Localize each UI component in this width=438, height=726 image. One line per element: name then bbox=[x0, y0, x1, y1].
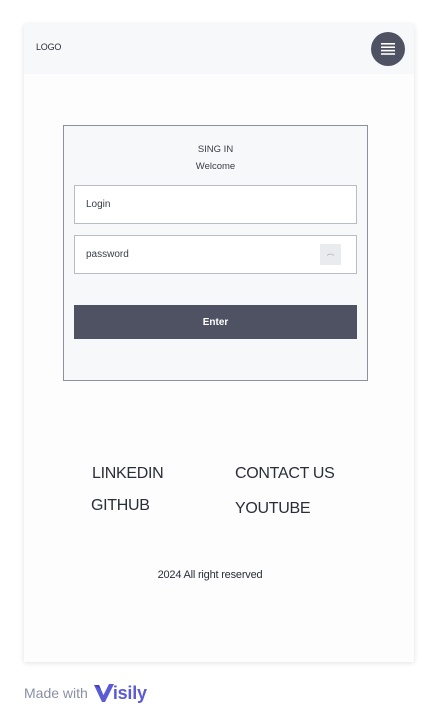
login-field bbox=[74, 185, 357, 224]
form-subtitle: Welcome bbox=[195, 161, 236, 172]
form-title: SING IN bbox=[197, 144, 234, 155]
show-password-button[interactable] bbox=[320, 244, 341, 265]
page: LOGO SING IN Welcome Login Enter LINKEDI… bbox=[0, 0, 438, 726]
youtube-link[interactable]: YOUTUBE bbox=[235, 500, 311, 518]
header: LOGO bbox=[24, 24, 414, 74]
mobile-screen: LOGO SING IN Welcome Login Enter LINKEDI… bbox=[24, 24, 414, 662]
linkedin-link[interactable]: LINKEDIN bbox=[92, 465, 164, 483]
hamburger-menu-icon bbox=[381, 43, 395, 55]
visily-logo: isily bbox=[93, 682, 147, 704]
github-link[interactable]: GITHUB bbox=[91, 497, 150, 515]
visily-v-logo-icon bbox=[93, 684, 114, 702]
password-input[interactable] bbox=[75, 236, 356, 273]
login-input[interactable] bbox=[75, 186, 356, 223]
made-with-label: Made with bbox=[24, 685, 88, 701]
sign-in-form: SING IN Welcome Enter bbox=[63, 125, 368, 381]
made-with-visily-badge[interactable]: Made with isily bbox=[24, 679, 147, 707]
logo[interactable]: LOGO bbox=[36, 42, 61, 52]
contact-us-link[interactable]: CONTACT US bbox=[235, 465, 335, 483]
copyright-text: 2024 All right reserved bbox=[157, 569, 263, 581]
enter-button[interactable]: Enter bbox=[74, 305, 357, 339]
show-password-icon bbox=[327, 253, 334, 256]
visily-brand-text: isily bbox=[112, 682, 147, 703]
password-field bbox=[74, 235, 357, 274]
menu-button[interactable] bbox=[371, 32, 405, 66]
